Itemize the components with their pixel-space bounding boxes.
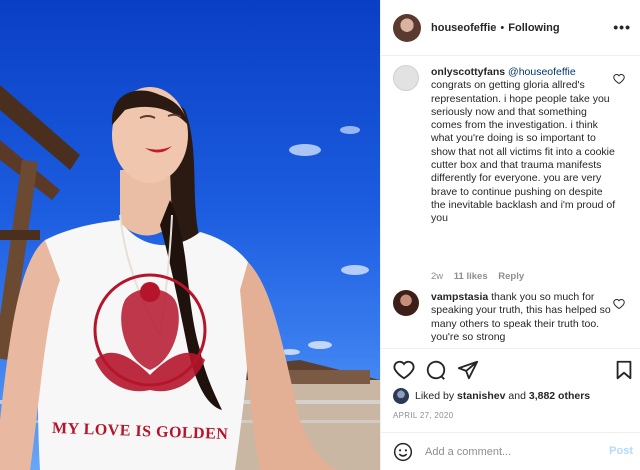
comment-body: onlyscottyfans @houseofeffie congrats on…: [431, 66, 617, 226]
post-actions: [381, 348, 640, 388]
reply-button[interactable]: Reply: [498, 271, 524, 282]
comment-author[interactable]: vampstasia: [431, 291, 488, 303]
comment-author[interactable]: onlyscottyfans: [431, 66, 505, 78]
heart-icon[interactable]: [393, 359, 415, 381]
post-date[interactable]: APRIL 27, 2020: [393, 411, 453, 420]
comment-likes-count[interactable]: 11 likes: [454, 271, 488, 282]
author-username[interactable]: houseofeffie: [431, 22, 496, 34]
comment-icon[interactable]: [425, 359, 447, 381]
comments-list[interactable]: onlyscottyfans @houseofeffie congrats on…: [381, 57, 640, 347]
likes-summary: Liked by stanishev and 3,882 others: [393, 386, 633, 406]
liker-username[interactable]: stanishev: [457, 390, 505, 402]
commenter-avatar[interactable]: [393, 290, 419, 316]
author-avatar[interactable]: [393, 13, 421, 42]
photo-illustration: [0, 85, 380, 470]
likes-others-count[interactable]: 3,882 others: [529, 390, 590, 402]
more-horizontal-icon[interactable]: •••: [613, 19, 631, 35]
commenter-avatar[interactable]: [393, 65, 419, 91]
share-icon[interactable]: [457, 359, 479, 381]
comment-text: congrats on getting gloria allred's repr…: [431, 79, 616, 225]
header-separator: •: [500, 21, 505, 34]
emoji-icon[interactable]: [393, 442, 413, 462]
add-comment-bar: Post: [381, 432, 640, 470]
post-sidebar: houseofeffie • Following ••• onlyscottyf…: [380, 0, 640, 470]
comment-meta: 2w 11 likes Reply: [431, 271, 532, 282]
comment-mention[interactable]: @houseofeffie: [508, 66, 576, 78]
liker-avatar[interactable]: [393, 388, 409, 404]
comment-like-heart-icon[interactable]: [613, 73, 625, 85]
comment-like-heart-icon[interactable]: [613, 298, 625, 310]
likes-conjunction: and: [508, 390, 526, 402]
comment-age: 2w: [431, 271, 444, 282]
comment-body: vampstasia thank you so much for speakin…: [431, 291, 617, 344]
post-comment-button[interactable]: Post: [609, 445, 633, 457]
likes-prefix: Liked by: [415, 390, 455, 402]
likes-text: Liked by stanishev and 3,882 others: [415, 390, 590, 402]
post-header: houseofeffie • Following •••: [381, 0, 640, 56]
following-button[interactable]: Following: [508, 22, 559, 34]
add-comment-input[interactable]: [425, 443, 585, 461]
bookmark-icon[interactable]: [613, 359, 635, 381]
post-photo[interactable]: MY LOVE IS GOLDEN: [0, 0, 380, 470]
